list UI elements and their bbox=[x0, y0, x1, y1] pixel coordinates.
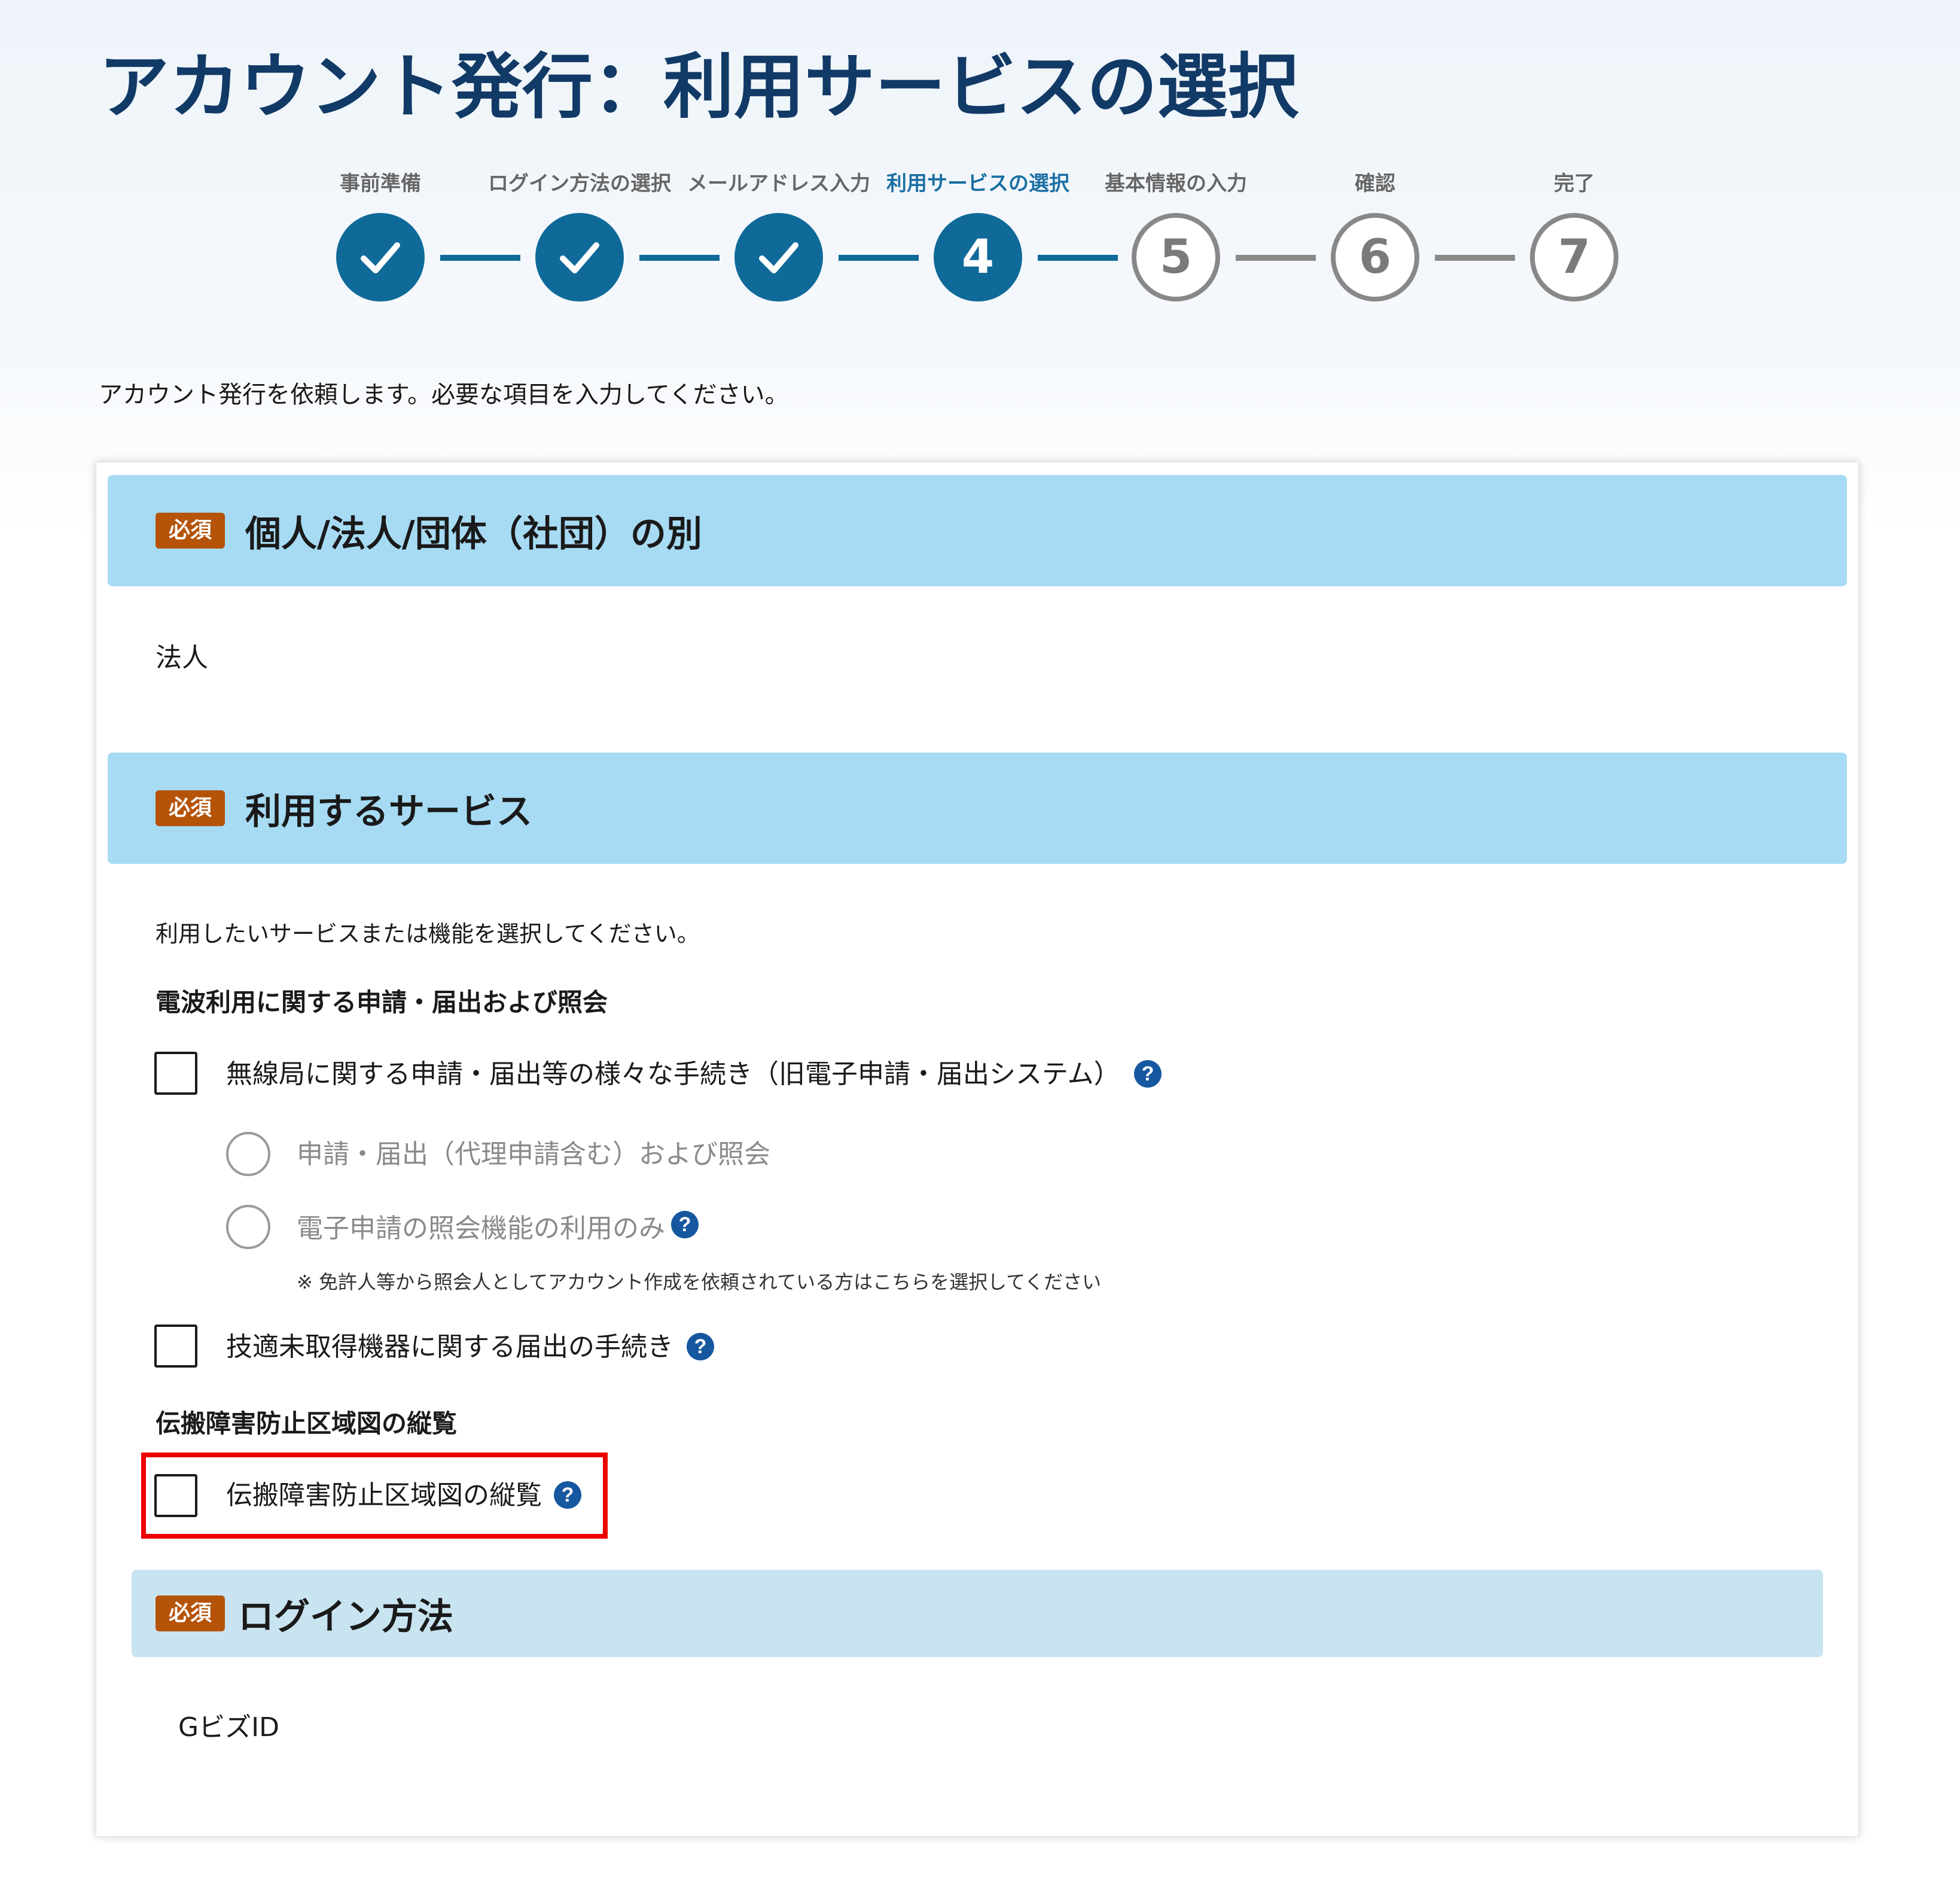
required-badge: 必須 bbox=[156, 790, 225, 826]
section-title-login: ログイン方法 bbox=[238, 1595, 454, 1638]
step-label-5: 基本情報の入力 bbox=[1105, 172, 1247, 196]
section-title-entity: 個人/法人/団体（社団）の別 bbox=[245, 513, 702, 555]
step-label-6: 確認 bbox=[1355, 172, 1395, 196]
step-label-1: 事前準備 bbox=[340, 172, 421, 196]
option-label-propagation-map[interactable]: 伝搬障害防止区域図の縦覧 bbox=[226, 1478, 542, 1514]
step-2-circle bbox=[535, 213, 624, 302]
group-title-radio-use: 電波利用に関する申請・届出および照会 bbox=[156, 988, 608, 1017]
step-connector bbox=[639, 255, 720, 261]
page-title: アカウント発行：利用サービスの選択 bbox=[99, 45, 1299, 128]
intro-text: アカウント発行を依頼します。必要な項目を入力してください。 bbox=[99, 381, 789, 409]
group-title-propagation: 伝搬障害防止区域図の縦覧 bbox=[156, 1409, 458, 1438]
required-badge: 必須 bbox=[156, 1595, 225, 1631]
step-6-circle: 6 bbox=[1331, 213, 1419, 302]
radio-inquiry-only[interactable] bbox=[226, 1205, 270, 1249]
checkbox-propagation-map[interactable] bbox=[154, 1474, 197, 1517]
login-value: GビズID bbox=[178, 1712, 279, 1743]
step-3-circle bbox=[734, 213, 823, 302]
check-icon bbox=[759, 242, 798, 273]
step-1-circle bbox=[336, 213, 425, 302]
step-connector bbox=[1435, 255, 1515, 261]
step-connector bbox=[1038, 255, 1118, 261]
step-connector bbox=[440, 255, 520, 261]
step-label-7: 完了 bbox=[1554, 172, 1595, 196]
check-icon bbox=[361, 242, 400, 273]
radio-label-inquiry-only[interactable]: 電子申請の照会機能の利用のみ bbox=[297, 1211, 665, 1247]
services-description: 利用したいサービスまたは機能を選択してください。 bbox=[156, 921, 700, 947]
check-icon bbox=[560, 242, 599, 273]
step-connector bbox=[839, 255, 919, 261]
required-badge: 必須 bbox=[156, 513, 225, 549]
step-label-3: メールアドレス入力 bbox=[687, 172, 870, 196]
step-connector bbox=[1236, 255, 1316, 261]
question-circle-icon[interactable]: ? bbox=[1134, 1060, 1162, 1088]
step-label-4: 利用サービスの選択 bbox=[886, 172, 1069, 196]
section-header-services: 必須 利用するサービス bbox=[108, 753, 1847, 864]
step-5-circle: 5 bbox=[1132, 213, 1220, 302]
checkbox-wireless-station[interactable] bbox=[154, 1052, 197, 1095]
inquiry-note: ※ 免許人等から照会人としてアカウント作成を依頼されている方はこちらを選択してく… bbox=[297, 1271, 1102, 1293]
option-label-wireless-station[interactable]: 無線局に関する申請・届出等の様々な手続き（旧電子申請・届出システム） bbox=[226, 1056, 1120, 1092]
option-label-uncertified-device[interactable]: 技適未取得機器に関する届出の手続き bbox=[226, 1329, 673, 1365]
checkbox-uncertified-device[interactable] bbox=[154, 1324, 197, 1368]
question-circle-icon[interactable]: ? bbox=[554, 1481, 581, 1509]
section-header-login: 必須 ログイン方法 bbox=[132, 1570, 1823, 1657]
step-7-circle: 7 bbox=[1530, 213, 1618, 302]
section-title-services: 利用するサービス bbox=[245, 790, 533, 833]
section-header-entity: 必須 個人/法人/団体（社団）の別 bbox=[108, 475, 1847, 586]
radio-apply-and-inquiry[interactable] bbox=[226, 1132, 270, 1176]
step-4-circle: 4 bbox=[934, 213, 1022, 302]
radio-label-apply-and-inquiry[interactable]: 申請・届出（代理申請含む）および照会 bbox=[297, 1137, 770, 1173]
entity-value: 法人 bbox=[156, 643, 208, 673]
step-label-2: ログイン方法の選択 bbox=[488, 172, 671, 196]
question-circle-icon[interactable]: ? bbox=[671, 1211, 699, 1238]
question-circle-icon[interactable]: ? bbox=[687, 1333, 714, 1360]
